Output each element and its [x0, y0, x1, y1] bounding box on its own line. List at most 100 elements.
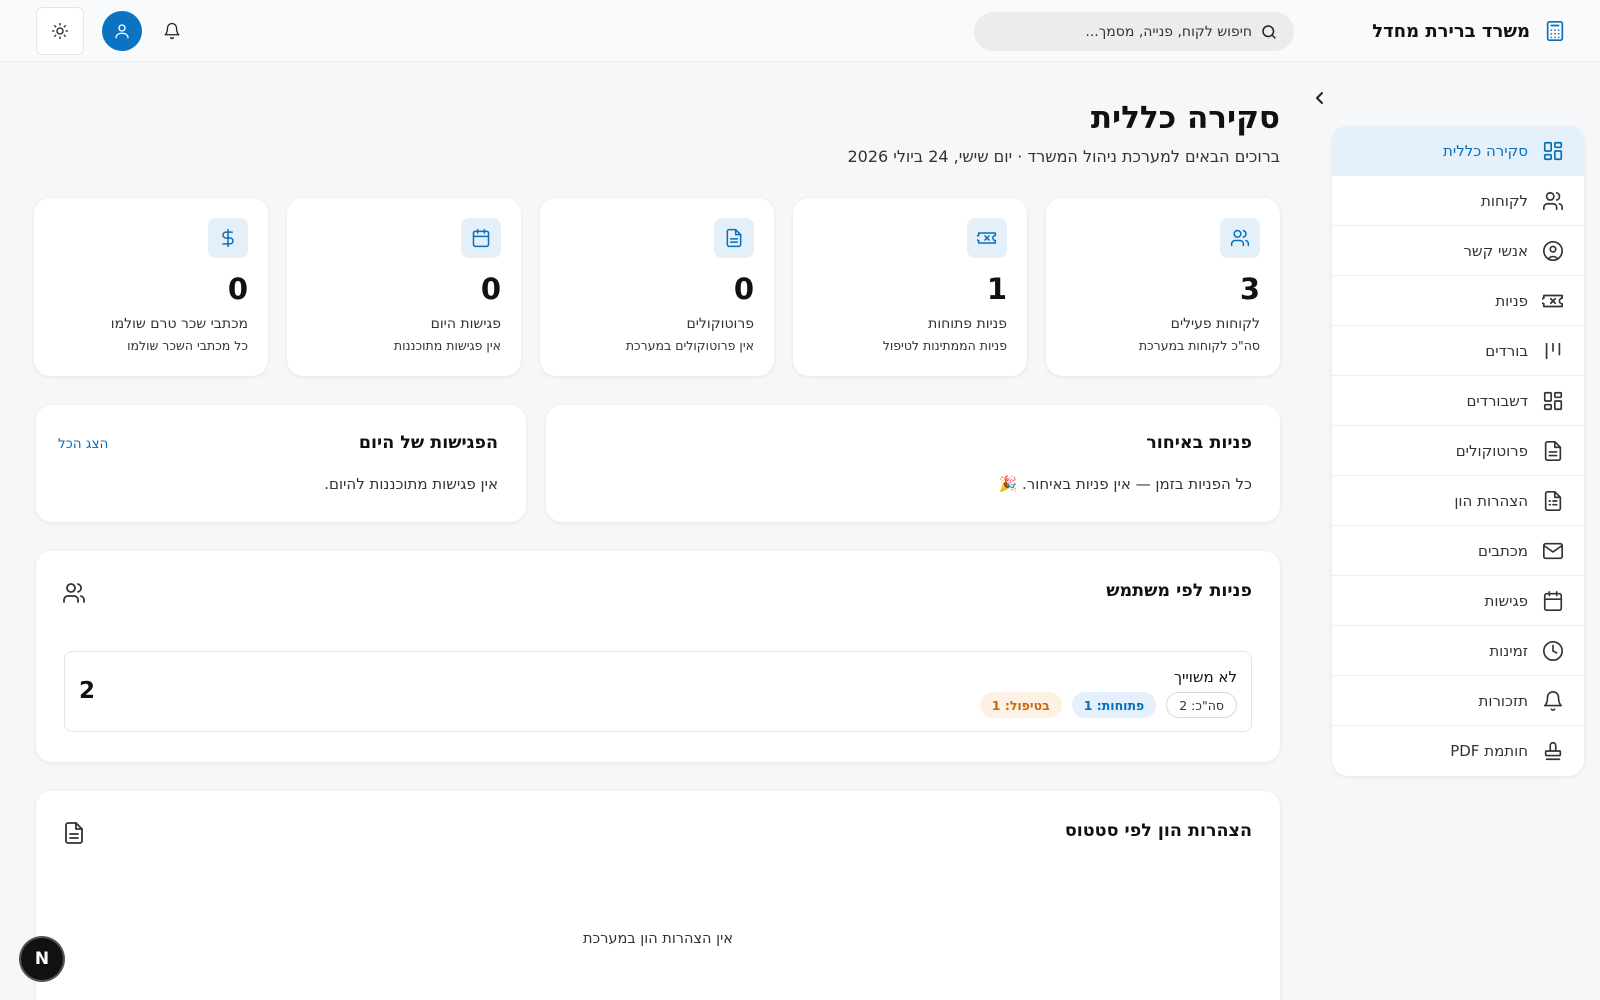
- sidebar-item-letters[interactable]: מכתבים: [1332, 526, 1584, 576]
- sidebar-item-label: תזכורות: [1478, 691, 1528, 710]
- stat-description: סה"כ לקוחות במערכת: [1138, 338, 1260, 353]
- notifications-button[interactable]: [160, 19, 184, 43]
- stat-description: אין פרוטוקולים במערכת: [625, 338, 754, 353]
- page-title: סקירה כללית: [1090, 100, 1280, 136]
- search-input[interactable]: [990, 23, 1252, 40]
- stat-card-unpaid-fee-letters[interactable]: 0 מכתבי שכר טרם שולמו כל מכתבי השכר שולמ…: [34, 198, 268, 376]
- tickets-by-user-panel: פניות לפי משתמש לא משוייך סה"כ: 2 פתוחות…: [36, 551, 1280, 762]
- bell-icon: [1542, 690, 1564, 712]
- panel-title: הפגישות של היום: [358, 433, 498, 453]
- kanban-icon: [1542, 340, 1564, 362]
- sidebar-item-label: בורדים: [1485, 341, 1528, 360]
- sidebar-item-label: חותמת PDF: [1450, 742, 1528, 760]
- search-bar[interactable]: [974, 12, 1294, 51]
- spreadsheet-icon: [1542, 490, 1564, 512]
- stat-card-active-clients[interactable]: 3 לקוחות פעילים סה"כ לקוחות במערכת: [1046, 198, 1280, 376]
- late-tickets-panel: פניות באיחור כל הפניות בזמן — אין פניות …: [546, 405, 1280, 522]
- sidebar-item-label: סקירה כללית: [1443, 141, 1528, 160]
- users-icon: [62, 581, 86, 605]
- stat-value: 0: [733, 272, 754, 306]
- open-badge: פתוחות: 1: [1071, 692, 1157, 718]
- brand-title: משרד ברירת מחדל: [1372, 20, 1530, 42]
- stat-label: לקוחות פעילים: [1170, 316, 1260, 332]
- stat-value: 1: [986, 272, 1007, 306]
- ticket-badges: סה"כ: 2 פתוחות: 1 בטיפול: 1: [979, 692, 1237, 718]
- sidebar-item-label: פניות: [1495, 291, 1528, 310]
- sidebar-item-label: הצהרות הון: [1454, 491, 1528, 510]
- sidebar-item-label: לקוחות: [1481, 191, 1528, 210]
- user-ticket-total: 2: [79, 678, 96, 704]
- show-all-link[interactable]: הצג הכל: [58, 436, 108, 452]
- today-meetings-text: אין פגישות מתוכננות להיום.: [324, 475, 498, 493]
- in-progress-badge: בטיפול: 1: [979, 692, 1062, 718]
- stat-card-open-tickets[interactable]: 1 פניות פתוחות פניות הממתינות לטיפול: [793, 198, 1027, 376]
- stat-value: 3: [1239, 272, 1260, 306]
- dashboard-icon: [1542, 140, 1564, 162]
- stat-label: מכתבי שכר טרם שולמו: [110, 316, 248, 332]
- total-badge: סה"כ: 2: [1166, 692, 1237, 718]
- sidebar-item-reminders[interactable]: תזכורות: [1332, 676, 1584, 726]
- panel-title: פניות באיחור: [1146, 433, 1252, 453]
- sidebar-item-tickets[interactable]: פניות: [1332, 276, 1584, 326]
- stamp-icon: [1542, 740, 1564, 762]
- panel-title: פניות לפי משתמש: [1106, 581, 1252, 601]
- panel-title: הצהרות הון לפי סטטוס: [1064, 821, 1252, 841]
- today-meetings-panel: הפגישות של היום הצג הכל אין פגישות מתוכנ…: [36, 405, 526, 522]
- sidebar-item-meetings[interactable]: פגישות: [1332, 576, 1584, 626]
- user-avatar-button[interactable]: [102, 11, 142, 51]
- sidebar-item-capital-statements[interactable]: הצהרות הון: [1332, 476, 1584, 526]
- sidebar-item-pdf-stamp[interactable]: חותמת PDF: [1332, 726, 1584, 776]
- theme-toggle-button[interactable]: [36, 7, 84, 55]
- top-bar: משרד ברירת מחדל: [0, 0, 1600, 62]
- user-name: לא משוייך: [1174, 668, 1237, 686]
- empty-state-text: אין הצהרות הון במערכת: [583, 931, 733, 947]
- calculator-icon: [1544, 20, 1566, 42]
- users-icon: [1542, 190, 1564, 212]
- sidebar-item-label: פגישות: [1484, 591, 1528, 610]
- sidebar-item-contacts[interactable]: אנשי קשר: [1332, 226, 1584, 276]
- dollar-icon: [208, 218, 248, 258]
- bell-icon: [163, 22, 181, 40]
- document-icon: [714, 218, 754, 258]
- sidebar-item-label: זמינות: [1489, 641, 1528, 660]
- ticket-icon: [967, 218, 1007, 258]
- sidebar-item-label: מכתבים: [1478, 541, 1528, 560]
- brand[interactable]: משרד ברירת מחדל: [1372, 16, 1566, 46]
- sun-icon: [51, 22, 69, 40]
- stat-value: 0: [227, 272, 248, 306]
- calendar-icon: [1542, 590, 1564, 612]
- sidebar-item-label: אנשי קשר: [1463, 241, 1528, 260]
- sidebar-item-dashboards[interactable]: דשבורדים: [1332, 376, 1584, 426]
- capital-statements-panel: הצהרות הון לפי סטטוס אין הצהרות הון במער…: [36, 791, 1280, 1000]
- grid-icon: [1542, 390, 1564, 412]
- dev-tools-badge[interactable]: N: [21, 938, 63, 980]
- user-tickets-row[interactable]: לא משוייך סה"כ: 2 פתוחות: 1 בטיפול: 1 2: [64, 651, 1252, 732]
- sidebar-item-protocols[interactable]: פרוטוקולים: [1332, 426, 1584, 476]
- user-icon: [113, 22, 131, 40]
- stat-value: 0: [480, 272, 501, 306]
- page-subtitle: ברוכים הבאים למערכת ניהול המשרד · יום שי…: [847, 147, 1280, 166]
- users-icon: [1220, 218, 1260, 258]
- stat-card-meetings-today[interactable]: 0 פגישות היום אין פגישות מתוכננות: [287, 198, 521, 376]
- sidebar-collapse-button[interactable]: [1308, 86, 1332, 110]
- stat-description: פניות הממתינות לטיפול: [882, 338, 1007, 353]
- sidebar-item-label: פרוטוקולים: [1455, 441, 1528, 460]
- chevron-left-icon: [1308, 86, 1332, 110]
- stat-description: אין פגישות מתוכננות: [393, 338, 501, 353]
- document-icon: [62, 821, 86, 845]
- late-tickets-text: כל הפניות בזמן — אין פניות באיחור. 🎉: [998, 475, 1252, 493]
- user-circle-icon: [1542, 240, 1564, 262]
- mail-icon: [1542, 540, 1564, 562]
- stat-description: כל מכתבי השכר שולמו: [127, 338, 248, 353]
- stat-card-protocols[interactable]: 0 פרוטוקולים אין פרוטוקולים במערכת: [540, 198, 774, 376]
- sidebar: סקירה כללית לקוחות אנשי קשר פניות בורדים…: [1332, 126, 1584, 776]
- stat-label: פרוטוקולים: [686, 316, 754, 332]
- calendar-icon: [461, 218, 501, 258]
- sidebar-item-clients[interactable]: לקוחות: [1332, 176, 1584, 226]
- clock-icon: [1542, 640, 1564, 662]
- sidebar-item-availability[interactable]: זמינות: [1332, 626, 1584, 676]
- sidebar-item-boards[interactable]: בורדים: [1332, 326, 1584, 376]
- sidebar-item-label: דשבורדים: [1466, 391, 1528, 410]
- top-actions: [36, 7, 184, 55]
- sidebar-item-overview[interactable]: סקירה כללית: [1332, 126, 1584, 176]
